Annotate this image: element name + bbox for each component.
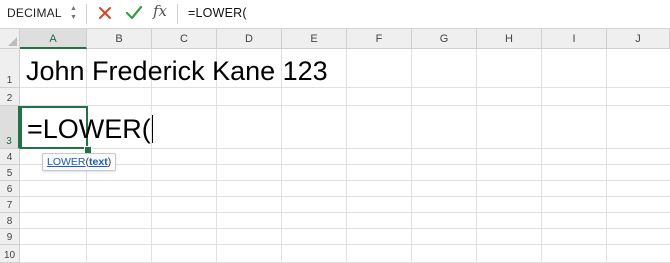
column-header-d[interactable]: D [217, 29, 282, 49]
function-tooltip: LOWER(text) [42, 153, 117, 171]
row-number: 3 [6, 136, 12, 147]
select-all-icon [8, 37, 17, 46]
gridline [411, 49, 412, 263]
tooltip-function-link[interactable]: LOWER [47, 156, 86, 168]
gridline [20, 228, 670, 229]
select-all-button[interactable] [0, 29, 20, 49]
row-header-6[interactable]: 6 [0, 181, 20, 197]
enter-button[interactable] [124, 3, 144, 23]
gridline [20, 105, 670, 106]
gridline [20, 164, 670, 165]
insert-function-button[interactable]: fx [153, 2, 167, 20]
text-caret [151, 115, 154, 143]
check-icon [125, 5, 143, 20]
column-header-g[interactable]: G [412, 29, 477, 49]
row-header-10[interactable]: 10 [0, 245, 20, 263]
row-number: 8 [6, 216, 13, 227]
row-header-9[interactable]: 9 [0, 229, 20, 245]
row-header-7[interactable]: 7 [0, 197, 20, 213]
gridline [20, 212, 670, 213]
gridline [20, 244, 670, 245]
column-header-c[interactable]: C [152, 29, 217, 49]
cell-a3-value: =LOWER( [27, 114, 151, 144]
name-box-stepper-icon[interactable]: ▲ ▼ [69, 4, 78, 23]
row-number: 5 [6, 168, 13, 179]
cell-a1[interactable]: John Frederick Kane 123 [26, 56, 328, 87]
gridline [20, 196, 670, 197]
column-header-i[interactable]: I [542, 29, 607, 49]
gridline [20, 87, 670, 88]
column-header-h[interactable]: H [477, 29, 542, 49]
row-number: 2 [6, 93, 13, 104]
formula-input[interactable]: =LOWER( [188, 6, 247, 20]
gridline [476, 49, 477, 263]
column-header-f[interactable]: F [347, 29, 412, 49]
row-number: 7 [6, 200, 13, 211]
row-header-2[interactable]: 2 [0, 88, 20, 106]
cancel-button[interactable] [96, 3, 114, 23]
gridline [346, 49, 347, 263]
row-header-5[interactable]: 5 [0, 165, 20, 181]
column-header-a[interactable]: A [20, 29, 87, 49]
row-number: 6 [6, 184, 13, 195]
column-header-b[interactable]: B [87, 29, 152, 49]
gridline [541, 49, 542, 263]
row-header-3[interactable]: 3 [0, 106, 20, 149]
row-header-8[interactable]: 8 [0, 213, 20, 229]
row-header-1[interactable]: 1 [0, 49, 20, 88]
divider [86, 4, 87, 24]
cross-icon [99, 7, 111, 19]
gridline [606, 49, 607, 263]
divider [177, 4, 178, 24]
tooltip-close-paren: ) [107, 156, 112, 168]
formula-bar: DECIMAL ▲ ▼ fx =LOWER( [0, 0, 670, 29]
row-number: 1 [6, 75, 13, 86]
gridline [20, 148, 670, 149]
column-header-e[interactable]: E [282, 29, 347, 49]
row-header-4[interactable]: 4 [0, 149, 20, 165]
name-box-value: DECIMAL [7, 6, 62, 20]
gridline [20, 180, 670, 181]
row-number: 9 [6, 232, 13, 243]
column-header-j[interactable]: J [607, 29, 670, 49]
name-box[interactable]: DECIMAL ▲ ▼ [0, 3, 80, 24]
row-number: 4 [6, 152, 13, 163]
row-number: 10 [3, 250, 16, 261]
cell-a3-editor[interactable]: =LOWER( [27, 114, 154, 145]
spreadsheet-grid[interactable]: A B C D E F G H I J 1 2 3 4 5 6 7 8 9 10… [0, 29, 670, 263]
tooltip-argument-link[interactable]: text [89, 156, 108, 168]
